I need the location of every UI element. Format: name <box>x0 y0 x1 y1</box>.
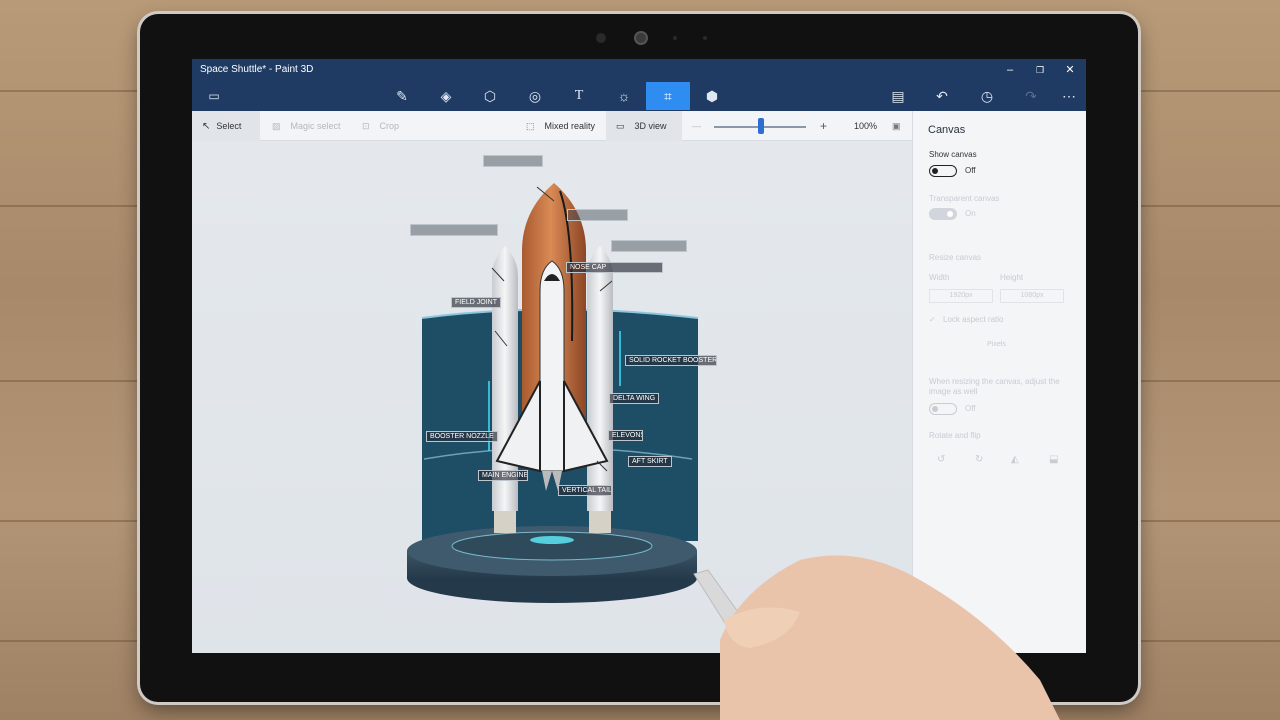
sensor-dot <box>673 36 677 40</box>
height-label: Height <box>1000 273 1024 282</box>
menu-folder-icon[interactable]: ▭ <box>199 82 229 110</box>
label-vertical-tail[interactable]: VERTICAL TAIL <box>558 485 612 496</box>
label-delta-wing[interactable]: DELTA WING <box>609 393 659 404</box>
rotate-flip-label: Rotate and flip <box>929 431 981 440</box>
view-3d-button[interactable]: ▭ 3D view <box>606 111 682 141</box>
3d-library-icon[interactable]: ⬢ <box>697 82 727 110</box>
magic-select-tool[interactable]: ▨ Magic select <box>272 111 341 141</box>
show-canvas-knob <box>932 167 938 174</box>
3d-shapes-icon[interactable]: ⬡ <box>475 82 505 110</box>
redo-icon[interactable]: ↷ <box>1016 82 1046 110</box>
zoom-level: 100% <box>854 121 878 131</box>
show-canvas-state: Off <box>965 166 976 175</box>
magic-select-label: Magic select <box>290 121 341 131</box>
close-button[interactable]: ✕ <box>1062 62 1078 78</box>
more-icon[interactable]: ⋯ <box>1054 82 1084 110</box>
front-camera <box>634 31 648 45</box>
crop-tool[interactable]: ⊡ Crop <box>362 111 399 141</box>
select-tool[interactable]: ↖ Select <box>192 111 260 141</box>
canvas-subtoolbar: ↖ Select ▨ Magic select ⊡ Crop ⬚ Mixed reali… <box>192 111 912 141</box>
flip-horizontal-icon[interactable]: ◭ <box>1011 454 1019 465</box>
label-left-top[interactable] <box>410 224 498 236</box>
resize-canvas-label: Resize canvas <box>929 253 982 262</box>
width-input[interactable]: 1920px <box>929 289 993 303</box>
panel-title: Canvas <box>928 124 966 136</box>
canvas-panel: Canvas Show canvas Off Transparent canva… <box>912 111 1086 653</box>
crop-icon: ⊡ <box>362 121 370 131</box>
label-solid-rocket-booster[interactable]: SOLID ROCKET BOOSTER <box>625 355 717 366</box>
left-booster-nozzle <box>494 511 516 533</box>
main-toolbar: ▭ ✎ ◈ ⬡ ◎ T ☼ ⌗ ⬢ ▤ ↶ ◷ ↷ ⋯ <box>192 81 1086 111</box>
label-tank[interactable] <box>567 209 628 221</box>
history-icon[interactable]: ◷ <box>972 82 1002 110</box>
sticker-icon[interactable]: ◎ <box>520 82 550 110</box>
zoom-slider-thumb[interactable] <box>758 118 764 134</box>
transparent-canvas-state: On <box>965 209 976 218</box>
tablet-device: Space Shuttle* - Paint 3D – ❐ ✕ ▭ ✎ ◈ ⬡ … <box>140 14 1138 702</box>
title-bar: Space Shuttle* - Paint 3D – ❐ ✕ <box>192 59 1086 81</box>
magic-select-icon: ▨ <box>272 121 281 131</box>
transparent-canvas-toggle[interactable] <box>929 208 957 220</box>
fit-view-icon[interactable]: ▣ <box>892 111 901 141</box>
space-shuttle-model[interactable] <box>192 141 912 653</box>
zoom-out-button[interactable]: — <box>692 111 701 141</box>
flip-vertical-icon[interactable]: ⬓ <box>1049 454 1058 465</box>
undo-icon[interactable]: ↶ <box>927 82 957 110</box>
rotate-right-icon[interactable]: ↻ <box>975 454 983 465</box>
mixed-reality-icon: ⬚ <box>526 121 535 131</box>
canvas-area[interactable]: NOSE CAP FIELD JOINT SOLID ROCKET BOOSTE… <box>192 141 912 653</box>
view-3d-label: 3D view <box>634 121 667 131</box>
resize-image-label: When resizing the canvas, adjust the ima… <box>929 377 1060 396</box>
brush-icon[interactable]: ✎ <box>387 82 417 110</box>
right-booster <box>587 246 613 511</box>
right-booster-nozzle <box>589 511 611 533</box>
orbiter-body <box>539 260 565 472</box>
window-title: Space Shuttle* - Paint 3D <box>200 64 314 75</box>
canvas-crop-icon[interactable]: ⌗ <box>646 82 690 110</box>
resize-image-state: Off <box>965 404 976 413</box>
lock-aspect-label: Lock aspect ratio <box>943 315 1004 324</box>
effects-icon[interactable]: ☼ <box>609 82 639 110</box>
label-booster-nozzle[interactable]: BOOSTER NOZZLE <box>426 431 498 442</box>
label-nose-cap[interactable]: NOSE CAP <box>566 262 663 273</box>
height-input[interactable]: 1080px <box>1000 289 1064 303</box>
crop-label: Crop <box>379 121 400 131</box>
units-select[interactable]: Pixels <box>929 339 1064 353</box>
paste-icon[interactable]: ▤ <box>883 82 913 110</box>
label-right-top[interactable] <box>611 240 687 252</box>
label-aft-skirt[interactable]: AFT SKIRT <box>628 456 672 467</box>
zoom-in-button[interactable]: + <box>820 111 827 141</box>
sensor-dot-2 <box>703 36 707 40</box>
rotate-left-icon[interactable]: ↺ <box>937 454 945 465</box>
select-cursor-icon: ↖ <box>202 121 211 132</box>
maximize-button[interactable]: ❐ <box>1032 62 1048 78</box>
2d-shapes-icon[interactable]: ◈ <box>431 82 461 110</box>
show-canvas-label: Show canvas <box>929 150 977 159</box>
transparent-canvas-label: Transparent canvas <box>929 194 1000 203</box>
view-3d-icon: ▭ <box>616 121 625 131</box>
lock-aspect-checkbox[interactable]: ✓ <box>929 315 936 324</box>
mixed-reality-label: Mixed reality <box>544 121 596 131</box>
text-icon[interactable]: T <box>564 82 594 110</box>
resize-image-toggle[interactable] <box>929 403 957 415</box>
mixed-reality-button[interactable]: ⬚ Mixed reality <box>526 111 595 141</box>
label-top[interactable] <box>483 155 543 167</box>
transparent-canvas-knob <box>947 210 953 217</box>
width-label: Width <box>929 273 950 282</box>
resize-image-knob <box>932 405 938 412</box>
label-field-joint[interactable]: FIELD JOINT <box>451 297 502 308</box>
pedestal-glow <box>530 536 574 544</box>
label-elevons[interactable]: ELEVONS <box>608 430 643 441</box>
app-window: Space Shuttle* - Paint 3D – ❐ ✕ ▭ ✎ ◈ ⬡ … <box>192 59 1086 653</box>
sensor-left <box>596 33 606 43</box>
show-canvas-toggle[interactable] <box>929 165 957 177</box>
minimize-button[interactable]: – <box>1002 62 1018 78</box>
select-label: Select <box>216 121 242 131</box>
label-main-engine[interactable]: MAIN ENGINE <box>478 470 528 481</box>
